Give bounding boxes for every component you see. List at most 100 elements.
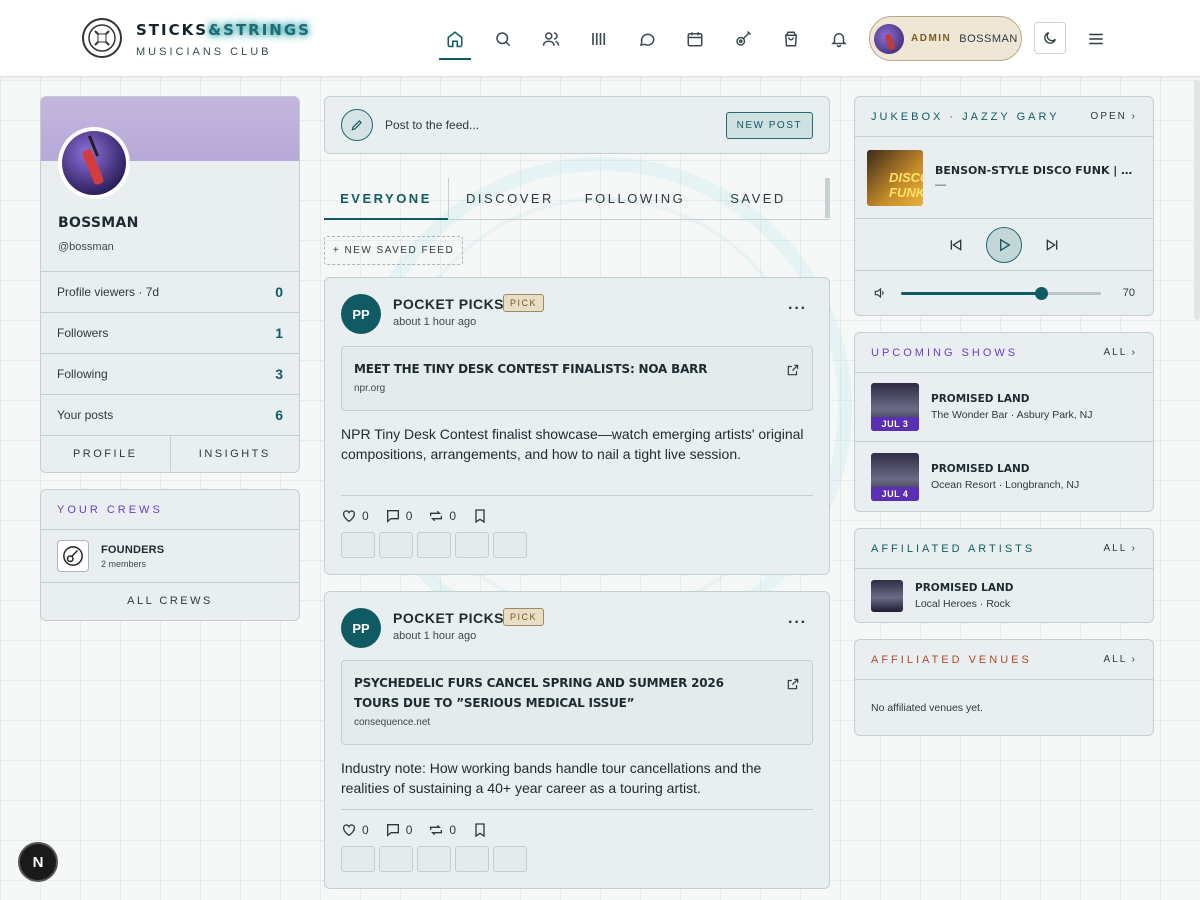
now-playing-track[interactable]: DISCO FUNK BENSON-STYLE DISCO FUNK | SMO… <box>855 137 1153 219</box>
all-crews-button[interactable]: ALL CREWS <box>41 583 299 619</box>
feed-post: PP POCKET PICKS PICK about 1 hour ago ··… <box>324 591 830 889</box>
show-item[interactable]: JUL 4 PROMISED LAND Ocean Resort · Longb… <box>855 442 1153 511</box>
show-name: PROMISED LAND <box>931 462 1030 475</box>
admin-role-tag: ADMIN <box>911 33 952 44</box>
venues-empty-state: No affiliated venues yet. <box>871 701 983 714</box>
composer-placeholder[interactable]: Post to the feed... <box>385 118 726 132</box>
post-body: Industry note: How working bands handle … <box>341 760 762 796</box>
menu-button[interactable] <box>1083 26 1109 52</box>
jukebox-open-link[interactable]: OPEN › <box>1091 111 1137 122</box>
post-more-icon[interactable]: ··· <box>788 614 807 632</box>
post-author-avatar[interactable]: PP <box>341 294 381 334</box>
reaction-slot[interactable] <box>455 532 489 558</box>
tabs-scrollbar[interactable] <box>825 178 830 218</box>
artists-all-link[interactable]: ALL › <box>1103 543 1137 554</box>
reaction-slot[interactable] <box>493 846 527 872</box>
reaction-slot[interactable] <box>379 532 413 558</box>
volume-value: 70 <box>1122 287 1135 299</box>
bookmark-button[interactable] <box>472 822 488 838</box>
volume-icon[interactable] <box>873 286 887 300</box>
venues-all-link[interactable]: ALL › <box>1103 654 1137 665</box>
theme-toggle-button[interactable] <box>1034 22 1066 54</box>
comment-button[interactable]: 0 <box>385 508 412 524</box>
post-more-icon[interactable]: ··· <box>788 300 807 318</box>
artists-title: AFFILIATED ARTISTS <box>871 542 1036 555</box>
post-actions: 0 0 0 <box>341 822 504 838</box>
nav-shopping-bag-icon[interactable] <box>778 26 804 52</box>
stat-row-followers[interactable]: Followers 1 <box>41 312 299 353</box>
stat-row-your-posts[interactable]: Your posts 6 <box>41 394 299 435</box>
feed-tabs: EVERYONE DISCOVER FOLLOWING SAVED <box>324 178 830 220</box>
nav-calendar-icon[interactable] <box>682 26 708 52</box>
skip-back-icon[interactable] <box>948 237 964 253</box>
reaction-bar <box>341 846 531 872</box>
play-button[interactable] <box>986 226 1022 263</box>
reaction-slot[interactable] <box>379 846 413 872</box>
profile-avatar[interactable] <box>58 127 130 199</box>
reaction-slot[interactable] <box>341 846 375 872</box>
post-author-avatar[interactable]: PP <box>341 608 381 648</box>
insights-button[interactable]: INSIGHTS <box>171 436 300 471</box>
nav-users-icon[interactable] <box>538 26 564 52</box>
nav-guitar-icon[interactable] <box>730 26 756 52</box>
repost-button[interactable]: 0 <box>428 822 456 838</box>
link-preview[interactable]: MEET THE TINY DESK CONTEST FINALISTS: NO… <box>341 346 813 411</box>
show-thumbnail: JUL 3 <box>871 383 919 431</box>
crew-item[interactable]: FOUNDERS 2 members <box>41 530 299 583</box>
jukebox-title: JUKEBOX · JAZZY GARY <box>871 110 1060 123</box>
new-saved-feed-button[interactable]: + NEW SAVED FEED <box>324 236 463 265</box>
like-button[interactable]: 0 <box>341 822 369 838</box>
show-item[interactable]: JUL 3 PROMISED LAND The Wonder Bar · Asb… <box>855 373 1153 442</box>
post-composer[interactable]: Post to the feed... NEW POST <box>324 96 830 154</box>
link-domain: npr.org <box>354 383 386 394</box>
new-post-button[interactable]: NEW POST <box>725 111 813 139</box>
nav-home-icon[interactable] <box>439 26 471 60</box>
tab-saved[interactable]: SAVED <box>699 178 817 218</box>
post-author-name[interactable]: POCKET PICKS <box>393 296 504 312</box>
reaction-slot[interactable] <box>455 846 489 872</box>
track-title: BENSON-STYLE DISCO FUNK | SMOOTH JAZZ GU… <box>935 164 1140 177</box>
nav-chat-icon[interactable] <box>634 26 660 52</box>
crew-guitar-icon <box>57 540 89 572</box>
nav-search-icon[interactable] <box>490 26 516 52</box>
skip-forward-icon[interactable] <box>1044 237 1060 253</box>
link-preview[interactable]: PSYCHEDELIC FURS CANCEL SPRING AND SUMME… <box>341 660 813 745</box>
external-link-icon[interactable] <box>786 677 800 691</box>
tab-everyone[interactable]: EVERYONE <box>324 178 448 220</box>
moon-icon <box>1044 32 1056 44</box>
club-logo-icon <box>88 24 116 52</box>
nav-bell-icon[interactable] <box>826 26 852 52</box>
crews-title: YOUR CREWS <box>57 503 163 516</box>
tab-discover[interactable]: DISCOVER <box>449 178 571 218</box>
profile-button[interactable]: PROFILE <box>41 436 171 471</box>
stat-row-following[interactable]: Following 3 <box>41 353 299 394</box>
page-scrollbar[interactable] <box>1194 80 1200 320</box>
post-author-name[interactable]: POCKET PICKS <box>393 610 504 626</box>
reaction-slot[interactable] <box>417 846 451 872</box>
reaction-slot[interactable] <box>417 532 451 558</box>
reaction-slot[interactable] <box>493 532 527 558</box>
external-link-icon[interactable] <box>786 363 800 377</box>
stat-row-profile-viewers[interactable]: Profile viewers · 7d 0 <box>41 271 299 312</box>
volume-slider-fill <box>900 291 1041 295</box>
repost-button[interactable]: 0 <box>428 508 456 524</box>
admin-account-button[interactable]: ADMIN BOSSMAN <box>869 16 1022 61</box>
comment-button[interactable]: 0 <box>385 822 412 838</box>
artist-item[interactable]: PROMISED LAND Local Heroes · Rock <box>855 569 1153 622</box>
post-timestamp: about 1 hour ago <box>393 316 477 328</box>
track-artist: — <box>935 179 946 191</box>
reaction-slot[interactable] <box>341 532 375 558</box>
pick-badge: PICK <box>503 608 545 626</box>
club-logo[interactable] <box>82 18 122 58</box>
tab-following[interactable]: FOLLOWING <box>571 178 699 218</box>
volume-slider[interactable] <box>900 286 1101 300</box>
post-actions: 0 0 0 <box>341 508 504 524</box>
like-button[interactable]: 0 <box>341 508 369 524</box>
shows-all-link[interactable]: ALL › <box>1103 347 1137 358</box>
show-venue: The Wonder Bar · Asbury Park, NJ <box>931 409 1093 421</box>
volume-slider-handle[interactable] <box>1034 286 1048 300</box>
next-dev-badge[interactable]: N <box>18 842 58 882</box>
nav-music-bars-icon[interactable] <box>586 26 612 52</box>
heart-icon <box>343 510 355 523</box>
bookmark-button[interactable] <box>472 508 488 524</box>
